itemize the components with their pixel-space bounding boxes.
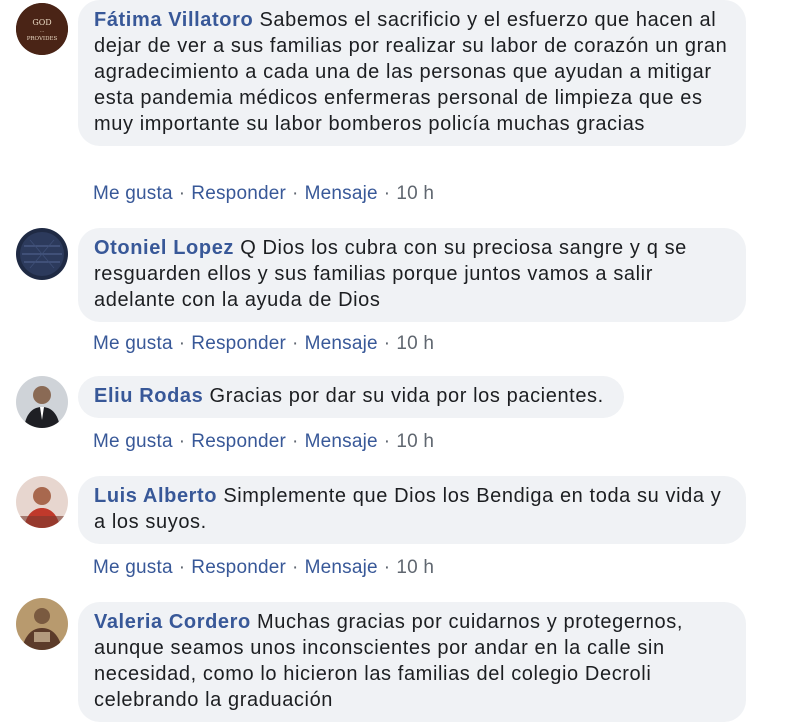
- comment-actions: Me gusta · Responder · Mensaje · 10 h: [93, 430, 434, 454]
- comment-actions: Me gusta · Responder · Mensaje · 10 h: [93, 182, 434, 206]
- svg-text:PROVIDES: PROVIDES: [27, 36, 58, 42]
- svg-text:···: ···: [40, 29, 45, 35]
- comment-actions: Me gusta · Responder · Mensaje · 10 h: [93, 556, 434, 580]
- separator: ·: [292, 557, 299, 578]
- avatar[interactable]: [16, 228, 68, 280]
- avatar-image: [16, 376, 68, 428]
- reply-link[interactable]: Responder: [191, 183, 286, 204]
- separator: ·: [178, 333, 186, 354]
- separator: ·: [383, 183, 391, 204]
- comment-author[interactable]: Valeria Cordero: [94, 611, 251, 633]
- svg-text:GOD: GOD: [32, 18, 51, 27]
- separator: ·: [383, 557, 391, 578]
- timestamp[interactable]: 10 h: [396, 557, 434, 578]
- comment-bubble: Eliu Rodas Gracias por dar su vida por l…: [78, 376, 624, 418]
- avatar[interactable]: GOD ··· PROVIDES: [16, 3, 68, 55]
- like-link[interactable]: Me gusta: [93, 557, 173, 578]
- comment-bubble: Fátima Villatoro Sabemos el sacrificio y…: [78, 0, 746, 146]
- separator: ·: [292, 333, 299, 354]
- avatar-image: GOD ··· PROVIDES: [16, 3, 68, 55]
- like-link[interactable]: Me gusta: [93, 333, 173, 354]
- timestamp[interactable]: 10 h: [396, 431, 434, 452]
- comment-actions: Me gusta · Responder · Mensaje · 10 h: [93, 332, 434, 356]
- avatar-image: [16, 228, 68, 280]
- message-link[interactable]: Mensaje: [305, 183, 378, 204]
- message-link[interactable]: Mensaje: [305, 333, 378, 354]
- comment-bubble: Valeria Cordero Muchas gracias por cuida…: [78, 602, 746, 722]
- reply-link[interactable]: Responder: [191, 431, 286, 452]
- avatar-image: [16, 598, 68, 650]
- avatar[interactable]: [16, 598, 68, 650]
- separator: ·: [292, 431, 299, 452]
- comment-author[interactable]: Fátima Villatoro: [94, 9, 253, 31]
- avatar[interactable]: [16, 476, 68, 528]
- comment-feed: GOD ··· PROVIDES Fátima Villatoro Sabemo…: [0, 0, 800, 727]
- separator: ·: [178, 183, 186, 204]
- like-link[interactable]: Me gusta: [93, 431, 173, 452]
- comment-text: Gracias por dar su vida por los paciente…: [209, 385, 604, 407]
- like-link[interactable]: Me gusta: [93, 183, 173, 204]
- message-link[interactable]: Mensaje: [305, 431, 378, 452]
- separator: ·: [178, 431, 186, 452]
- message-link[interactable]: Mensaje: [305, 557, 378, 578]
- comment-bubble: Luis Alberto Simplemente que Dios los Be…: [78, 476, 746, 544]
- separator: ·: [383, 333, 391, 354]
- timestamp[interactable]: 10 h: [396, 183, 434, 204]
- separator: ·: [383, 431, 391, 452]
- avatar-image: [16, 476, 68, 528]
- comment-bubble: Otoniel Lopez Q Dios los cubra con su pr…: [78, 228, 746, 322]
- reply-link[interactable]: Responder: [191, 557, 286, 578]
- reply-link[interactable]: Responder: [191, 333, 286, 354]
- separator: ·: [292, 183, 299, 204]
- timestamp[interactable]: 10 h: [396, 333, 434, 354]
- comment-author[interactable]: Otoniel Lopez: [94, 237, 234, 259]
- separator: ·: [178, 557, 186, 578]
- comment-author[interactable]: Luis Alberto: [94, 485, 217, 507]
- avatar[interactable]: [16, 376, 68, 428]
- comment-author[interactable]: Eliu Rodas: [94, 385, 203, 407]
